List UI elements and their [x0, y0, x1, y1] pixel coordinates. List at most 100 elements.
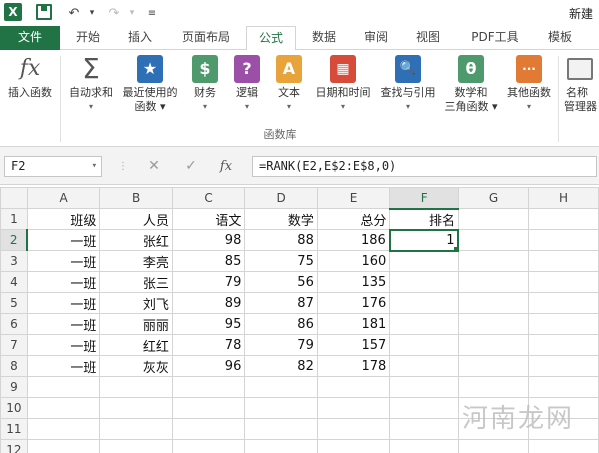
grid-cell[interactable] — [26, 418, 101, 440]
grid-cell[interactable] — [389, 250, 459, 272]
grid-cell[interactable] — [316, 397, 391, 419]
grid-cell[interactable] — [389, 355, 459, 377]
grid-cell[interactable] — [527, 292, 599, 314]
grid-cell[interactable]: 176 — [316, 292, 391, 314]
grid-cell[interactable] — [389, 271, 459, 293]
grid-cell[interactable]: 一班 — [26, 355, 101, 377]
grid-cell[interactable] — [99, 397, 173, 419]
grid-cell[interactable] — [527, 313, 599, 335]
row-header[interactable]: 11 — [0, 418, 28, 440]
grid-cell[interactable]: 刘飞 — [99, 292, 173, 314]
grid-cell[interactable] — [99, 418, 173, 440]
undo-dropdown-icon[interactable]: ▾ — [82, 3, 102, 23]
grid-cell[interactable]: 张红 — [99, 229, 173, 251]
name-box[interactable]: F2 ▾ — [4, 156, 102, 177]
tab-page-layout[interactable]: 页面布局 — [170, 26, 242, 50]
enter-icon[interactable]: ✓ — [181, 157, 201, 176]
grid-cell[interactable] — [389, 418, 459, 440]
row-header[interactable]: 7 — [0, 334, 28, 356]
grid-cell[interactable]: 89 — [171, 292, 246, 314]
column-header[interactable]: H — [527, 187, 599, 209]
grid-cell[interactable] — [457, 376, 529, 398]
grid-cell[interactable]: 班级 — [26, 208, 101, 230]
grid-cell[interactable]: 135 — [316, 271, 391, 293]
grid-cell[interactable]: 丽丽 — [99, 313, 173, 335]
grid-cell[interactable] — [316, 418, 391, 440]
grid-cell[interactable]: 86 — [244, 313, 318, 335]
tab-home[interactable]: 开始 — [64, 26, 112, 50]
grid-cell[interactable]: 75 — [244, 250, 318, 272]
grid-cell[interactable] — [457, 271, 529, 293]
grid-cell[interactable]: 一班 — [26, 229, 101, 251]
grid-cell[interactable] — [389, 292, 459, 314]
insert-function-fx-icon[interactable]: fx — [216, 157, 236, 176]
grid-cell[interactable]: 186 — [316, 229, 391, 251]
tab-templates[interactable]: 模板 — [538, 26, 582, 50]
grid-cell[interactable] — [171, 376, 246, 398]
grid-cell[interactable] — [457, 334, 529, 356]
row-header[interactable]: 10 — [0, 397, 28, 419]
grid-cell[interactable]: 一班 — [26, 271, 101, 293]
grid-cell[interactable]: 79 — [244, 334, 318, 356]
grid-cell[interactable]: 82 — [244, 355, 318, 377]
grid-cell[interactable]: 灰灰 — [99, 355, 173, 377]
row-header[interactable]: 8 — [0, 355, 28, 377]
date-time-button[interactable]: ▦ 日期和时间 ▾ — [310, 54, 376, 114]
grid-cell[interactable] — [457, 313, 529, 335]
grid-cell[interactable] — [244, 397, 318, 419]
tab-data[interactable]: 数据 — [302, 26, 346, 50]
active-cell[interactable]: 1 — [388, 228, 460, 252]
logical-button[interactable]: ? 逻辑 ▾ — [228, 54, 266, 114]
grid-cell[interactable]: 李亮 — [99, 250, 173, 272]
grid-cell[interactable] — [527, 355, 599, 377]
row-header[interactable]: 6 — [0, 313, 28, 335]
math-trig-button[interactable]: θ 数学和 三角函数 ▾ — [440, 54, 502, 114]
grid-cell[interactable] — [527, 208, 599, 230]
undo-icon[interactable]: ↶ — [64, 3, 84, 23]
grid-cell[interactable] — [171, 418, 246, 440]
grid-cell[interactable]: 96 — [171, 355, 246, 377]
redo-dropdown-icon[interactable]: ▾ — [122, 3, 142, 23]
tab-insert[interactable]: 插入 — [116, 26, 164, 50]
grid-cell[interactable] — [99, 376, 173, 398]
grid-cell[interactable] — [457, 250, 529, 272]
grid-cell[interactable]: 178 — [316, 355, 391, 377]
column-header[interactable]: C — [171, 187, 246, 209]
grid-cell[interactable]: 红红 — [99, 334, 173, 356]
grid-cell[interactable]: 88 — [244, 229, 318, 251]
grid-cell[interactable] — [244, 418, 318, 440]
grid-cell[interactable] — [316, 439, 391, 453]
insert-function-button[interactable]: fx 插入函数 — [2, 54, 58, 100]
grid-cell[interactable] — [457, 355, 529, 377]
grid-cell[interactable]: 56 — [244, 271, 318, 293]
name-box-dropdown-icon[interactable]: ▾ — [92, 157, 97, 176]
grid-cell[interactable]: 语文 — [171, 208, 246, 230]
tab-file[interactable]: 文件 — [0, 26, 60, 50]
name-manager-button[interactable]: 名称 管理器 — [562, 54, 599, 114]
grid-cell[interactable] — [389, 376, 459, 398]
grid-cell[interactable]: 78 — [171, 334, 246, 356]
grid-cell[interactable]: 一班 — [26, 292, 101, 314]
grid-cell[interactable]: 98 — [171, 229, 246, 251]
row-header[interactable]: 12 — [0, 439, 28, 453]
text-button[interactable]: A 文本 ▾ — [270, 54, 308, 114]
grid-cell[interactable] — [527, 271, 599, 293]
grid-cell[interactable]: 一班 — [26, 313, 101, 335]
grid-cell[interactable]: 87 — [244, 292, 318, 314]
grid-cell[interactable] — [389, 397, 459, 419]
select-all-corner[interactable] — [0, 187, 28, 209]
grid-cell[interactable]: 人员 — [99, 208, 173, 230]
row-header[interactable]: 3 — [0, 250, 28, 272]
row-header[interactable]: 5 — [0, 292, 28, 314]
grid-cell[interactable]: 181 — [316, 313, 391, 335]
grid-cell[interactable]: 一班 — [26, 334, 101, 356]
grid-cell[interactable] — [527, 250, 599, 272]
grid-cell[interactable]: 总分 — [316, 208, 391, 230]
grid-cell[interactable]: 数学 — [244, 208, 318, 230]
recent-functions-button[interactable]: ★ 最近使用的 函数 ▾ — [118, 54, 182, 114]
column-header[interactable]: D — [244, 187, 318, 209]
grid-cell[interactable] — [171, 439, 246, 453]
grid-cell[interactable]: 157 — [316, 334, 391, 356]
row-header[interactable]: 9 — [0, 376, 28, 398]
grid-cell[interactable] — [26, 397, 101, 419]
